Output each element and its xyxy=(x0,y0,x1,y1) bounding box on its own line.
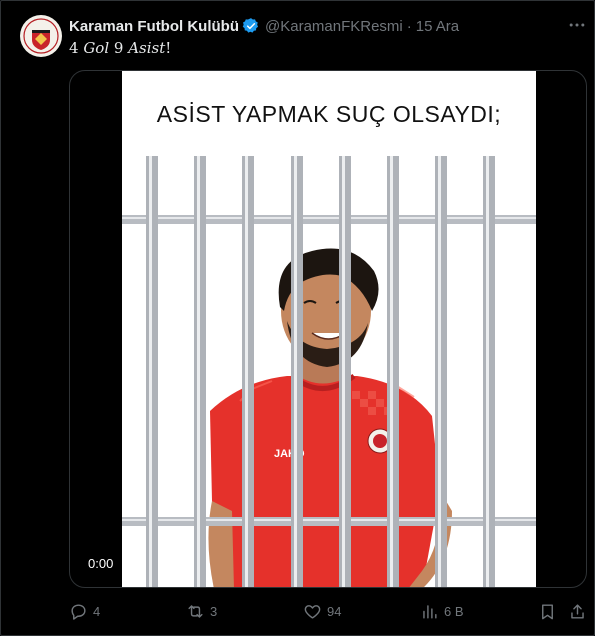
video-frame: JAKO ASİST YAPMAK SUÇ OLSAYDI; xyxy=(122,71,536,587)
jail-bar-highlight xyxy=(438,156,441,587)
bookmark-button[interactable] xyxy=(538,599,557,623)
jail-bar-highlight xyxy=(149,156,152,587)
jail-bar-highlight xyxy=(486,156,489,587)
separator-dot: · xyxy=(406,17,412,35)
club-logo xyxy=(21,16,61,56)
jail-bar-highlight xyxy=(342,156,345,587)
jail-bar-highlight xyxy=(390,156,393,587)
jail-bar-highlight xyxy=(294,156,297,587)
reply-count: 4 xyxy=(93,603,101,619)
tweet-text-part: 9 xyxy=(109,39,129,57)
tweet-card[interactable]: Karaman Futbol Kulübü @KaramanFKResmi · … xyxy=(0,0,595,636)
share-button[interactable] xyxy=(568,599,587,623)
action-bar: 4 3 94 6 B xyxy=(1,599,595,623)
tweet-text: 4 Gol 9 Asist! xyxy=(69,38,171,58)
avatar[interactable] xyxy=(20,15,62,57)
more-options-icon[interactable] xyxy=(567,15,587,35)
tweet-text-part: ! xyxy=(165,39,172,57)
video-timecode: 0:00 xyxy=(82,553,120,575)
retweet-button[interactable]: 3 xyxy=(186,599,217,623)
tweet-text-part: 4 xyxy=(69,39,84,57)
bookmark-icon xyxy=(542,603,553,619)
views-count: 6 B xyxy=(444,603,464,619)
like-button[interactable]: 94 xyxy=(303,599,341,623)
share-icon xyxy=(571,603,584,619)
jail-scene: JAKO xyxy=(122,156,536,587)
reply-button[interactable]: 4 xyxy=(69,599,100,623)
tweet-text-word-asist: Asist xyxy=(128,39,166,57)
video-caption: ASİST YAPMAK SUÇ OLSAYDI; xyxy=(156,101,502,127)
video-player[interactable]: JAKO ASİST YAPMAK SUÇ OLSAYDI; xyxy=(69,70,587,588)
retweet-count: 3 xyxy=(210,603,218,619)
display-name[interactable]: Karaman Futbol Kulübü xyxy=(69,18,239,35)
tweet-text-word-gol: Gol xyxy=(83,39,110,57)
views-button[interactable]: 6 B xyxy=(420,599,464,623)
user-handle[interactable]: @KaramanFKResmi xyxy=(265,18,403,35)
like-count: 94 xyxy=(327,603,342,619)
verified-badge-icon xyxy=(242,18,259,33)
like-icon xyxy=(304,604,321,619)
retweet-icon xyxy=(188,604,203,618)
jail-bar-highlight xyxy=(245,156,248,587)
views-icon xyxy=(423,604,437,619)
tweet-header: Karaman Futbol Kulübü @KaramanFKResmi · … xyxy=(69,15,459,37)
tweet-timestamp[interactable]: 15 Ara xyxy=(416,18,459,35)
jail-bar-highlight xyxy=(197,156,200,587)
reply-icon xyxy=(71,603,86,620)
